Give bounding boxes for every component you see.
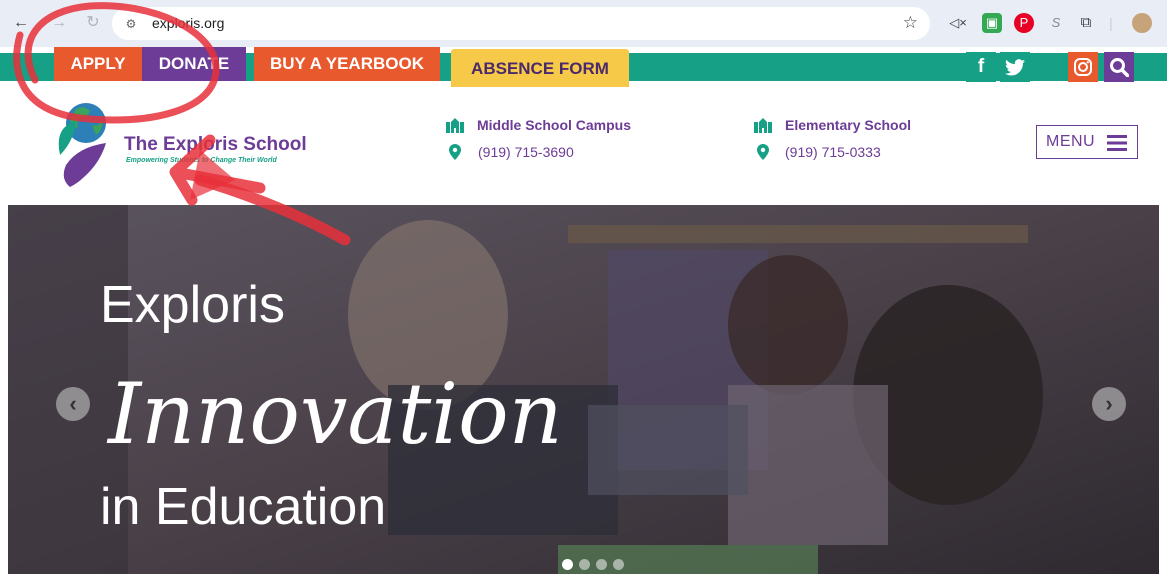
hamburger-icon <box>1107 135 1127 151</box>
twitter-icon[interactable] <box>1000 52 1030 82</box>
menu-button[interactable]: MENU <box>1036 125 1138 159</box>
translate-icon[interactable]: ▣ <box>982 13 1002 33</box>
arrow-right-icon[interactable]: → <box>48 12 70 34</box>
absence-form-button[interactable]: ABSENCE FORM <box>451 49 629 87</box>
carousel-dot-4[interactable] <box>613 559 624 570</box>
carousel-prev-button[interactable]: ‹ <box>56 387 90 421</box>
carousel-dot-1[interactable] <box>562 559 573 570</box>
globe-leaf-logo-icon[interactable] <box>48 95 118 190</box>
school-building-icon <box>754 118 772 133</box>
carousel-dot-3[interactable] <box>596 559 607 570</box>
hero-carousel: Exploris Innovation in Education ‹ › <box>8 205 1159 574</box>
hero-title-line1: Exploris <box>100 276 285 334</box>
middle-school-campus-link[interactable]: Middle School Campus <box>477 117 631 133</box>
toolbar-divider: | <box>1109 15 1113 31</box>
site-info-icon[interactable]: ⚙ <box>122 15 140 33</box>
pinterest-icon[interactable]: P <box>1014 13 1034 33</box>
search-icon[interactable] <box>1104 52 1134 82</box>
middle-school-phone[interactable]: (919) 715-3690 <box>478 144 574 160</box>
school-name[interactable]: The Exploris School <box>124 134 307 156</box>
facebook-icon[interactable]: f <box>966 52 996 82</box>
carousel-next-button[interactable]: › <box>1092 387 1126 421</box>
carousel-dot-2[interactable] <box>579 559 590 570</box>
arrow-left-icon[interactable]: ← <box>10 12 32 34</box>
instagram-icon[interactable] <box>1068 52 1098 82</box>
menu-label: MENU <box>1046 133 1096 150</box>
map-pin-icon <box>449 144 461 160</box>
elementary-school-phone[interactable]: (919) 715-0333 <box>785 144 881 160</box>
utility-nav: APPLY DONATE BUY A YEARBOOK ABSENCE FORM… <box>0 47 1167 87</box>
donate-button[interactable]: DONATE <box>142 47 246 81</box>
map-pin-icon <box>757 144 769 160</box>
s-icon[interactable]: S <box>1046 13 1066 33</box>
apply-button[interactable]: APPLY <box>54 47 142 81</box>
elementary-school-link[interactable]: Elementary School <box>785 117 911 133</box>
buy-yearbook-button[interactable]: BUY A YEARBOOK <box>254 47 440 81</box>
school-tagline: Empowering Students to Change Their Worl… <box>126 157 277 164</box>
hero-title-line3: in Education <box>100 478 387 536</box>
puzzle-icon[interactable]: ⧉ <box>1076 13 1096 33</box>
profile-avatar[interactable] <box>1132 13 1152 33</box>
browser-toolbar: ← → ↻ ⚙ exploris.org ☆ ◁× ▣ P S ⧉ | <box>0 0 1167 47</box>
mute-icon[interactable]: ◁× <box>948 13 968 33</box>
address-bar[interactable]: ⚙ exploris.org ☆ <box>112 7 930 40</box>
star-icon[interactable]: ☆ <box>903 13 918 33</box>
reload-icon[interactable]: ↻ <box>82 12 104 34</box>
hero-title-line2: Innovation <box>108 365 563 463</box>
site-header: The Exploris School Empowering Students … <box>0 87 1167 205</box>
school-building-icon <box>446 118 464 133</box>
url-text[interactable]: exploris.org <box>152 15 224 31</box>
